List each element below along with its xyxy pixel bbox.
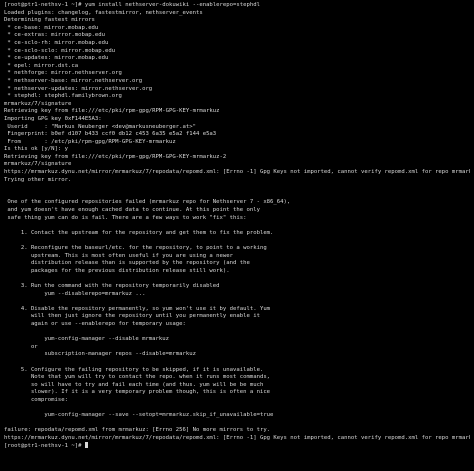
terminal-line: 3. Run the command with the repository t… <box>4 282 220 289</box>
command-prompt-line[interactable]: [root@ptr1-nethsv-1 ~]# <box>4 442 470 450</box>
terminal-line: Note that yum will try to contact the re… <box>4 374 271 381</box>
terminal-line: safe thing yum can do is fail. There are… <box>4 214 247 221</box>
terminal-line: packages for the previous distribution r… <box>4 267 230 274</box>
terminal-line: * ce-base: mirror.mobap.edu <box>4 24 99 31</box>
terminal-line: 5. Configure the failing repository to b… <box>4 366 264 373</box>
terminal-line: upstream. This is most often useful if y… <box>4 252 234 259</box>
terminal-line: so will have to try and fail each time (… <box>4 381 264 388</box>
terminal-line: Is this ok [y/N]: y <box>4 146 68 153</box>
terminal-line: * ce-sclo-rh: mirror.mobap.edu <box>4 39 109 46</box>
terminal-line: 1. Contact the upstream for the reposito… <box>4 229 274 236</box>
terminal-line: From : /etc/pki/rpm-gpg/RPM-GPG-KEY-mrma… <box>4 138 176 145</box>
terminal-line: and yum doesn't have enough cached data … <box>4 207 260 214</box>
terminal-output: [root@ptr1-nethsv-1 ~]# yum install neth… <box>4 2 470 442</box>
command-prompt: [root@ptr1-nethsv-1 ~]# <box>4 443 85 450</box>
terminal-line: * nethserver-updates: mirror.nethserver.… <box>4 85 153 92</box>
terminal-line: subscription-manager repos --disable=mrm… <box>4 351 196 358</box>
terminal-line: Importing GPG key 0xF144E5A3: <box>4 115 102 122</box>
terminal-line: Trying other mirror. <box>4 176 72 183</box>
terminal-line: * ce-sclo-sclo: mirror.mobap.edu <box>4 47 116 54</box>
terminal-line: compromise: <box>4 396 68 403</box>
terminal-line: Fingerprint: b0ef d107 b433 ccf0 db12 c4… <box>4 131 217 138</box>
terminal-window[interactable]: [root@ptr1-nethsv-1 ~]# yum install neth… <box>0 0 474 471</box>
terminal-line: * epel: mirror.dst.ca <box>4 62 79 69</box>
terminal-line: 4. Disable the repository permanently, s… <box>4 305 271 312</box>
terminal-line: One of the configured repositories faile… <box>4 199 291 206</box>
terminal-line: * nethserver-base: mirror.nethserver.org <box>4 77 143 84</box>
terminal-line: [root@ptr1-nethsv-1 ~]# yum install neth… <box>4 2 260 8</box>
terminal-line: again or use --enablerepo for temporary … <box>4 320 186 327</box>
terminal-line: will then just ignore the repository unt… <box>4 313 260 320</box>
terminal-line: yum-config-manager --save --setopt=mrmar… <box>4 412 274 419</box>
terminal-line: * ce-extras: mirror.mobap.edu <box>4 32 106 39</box>
terminal-line: yum --disablerepo=mrmarkuz ... <box>4 290 146 297</box>
terminal-line: Retrieving key from file:///etc/pki/rpm-… <box>4 108 220 115</box>
terminal-line: Determining fastest mirrors <box>4 17 95 24</box>
terminal-line: mrmarkuz/7/signature <box>4 161 72 168</box>
terminal-line: https://mrmarkuz.dynu.net/mirror/mrmarku… <box>4 434 470 441</box>
terminal-line: * stephdl: stephdl.familybrown.org <box>4 93 122 100</box>
text-cursor <box>84 442 89 449</box>
terminal-line: * ce-updates: mirror.mobap.edu <box>4 55 109 62</box>
terminal-line: https://mrmarkuz.dynu.net/mirror/mrmarku… <box>4 169 470 176</box>
terminal-line: failure: repodata/repomd.xml from mrmark… <box>4 427 271 434</box>
terminal-line: Userid : "Markus Neuberger <dev@markusne… <box>4 123 196 130</box>
terminal-line: slower). If it is a very temporary probl… <box>4 389 271 396</box>
terminal-line: 2. Reconfigure the baseurl/etc. for the … <box>4 245 267 251</box>
terminal-line: yum-config-manager --disable mrmarkuz <box>4 336 170 343</box>
terminal-line: mrmarkuz/7/signature <box>4 100 72 107</box>
terminal-line: or <box>4 343 38 350</box>
terminal-line: distribution release than is supported b… <box>4 260 250 267</box>
terminal-line: Loaded plugins: changelog, fastestmirror… <box>4 9 203 16</box>
terminal-line: Retrieving key from file:///etc/pki/rpm-… <box>4 153 227 160</box>
terminal-line: * nethforge: mirror.nethserver.org <box>4 70 122 77</box>
